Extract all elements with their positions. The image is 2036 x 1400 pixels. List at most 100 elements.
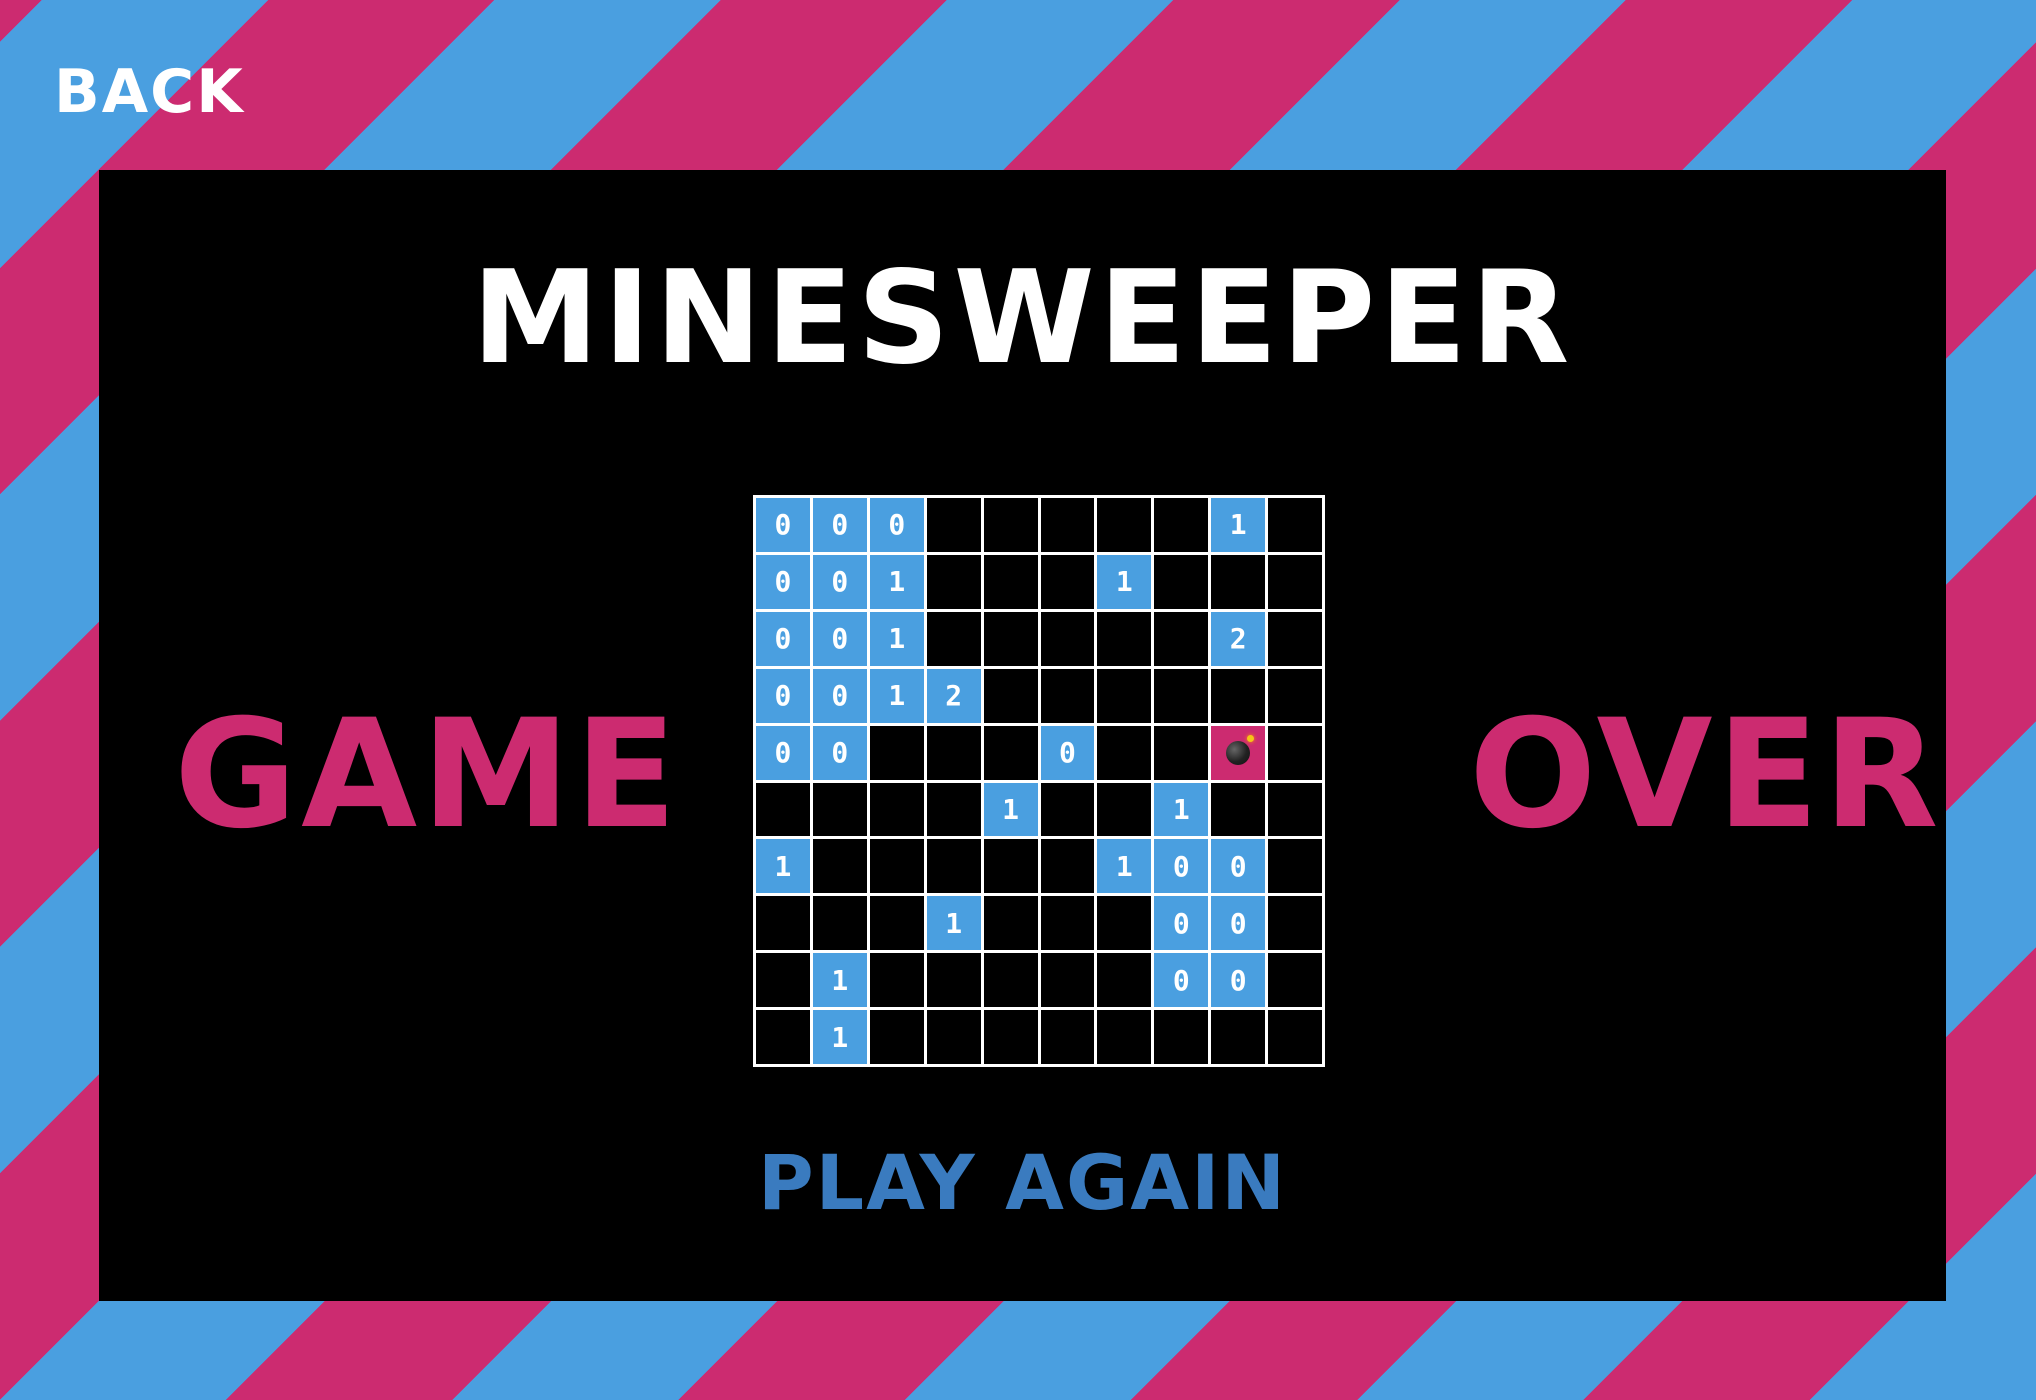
hidden-cell[interactable] xyxy=(1154,554,1209,609)
revealed-cell[interactable]: 0 xyxy=(756,498,810,552)
hidden-cell[interactable] xyxy=(1040,896,1095,951)
hidden-cell[interactable] xyxy=(926,1010,981,1064)
hidden-cell[interactable] xyxy=(812,839,867,894)
hidden-cell[interactable] xyxy=(812,782,867,837)
revealed-cell[interactable]: 0 xyxy=(812,611,867,666)
revealed-cell[interactable]: 0 xyxy=(756,554,810,609)
revealed-cell[interactable]: 1 xyxy=(812,1010,867,1064)
revealed-cell[interactable]: 0 xyxy=(812,554,867,609)
revealed-cell[interactable]: 0 xyxy=(756,725,810,780)
revealed-cell[interactable]: 0 xyxy=(1154,839,1209,894)
play-again-button[interactable]: PLAY AGAIN xyxy=(99,1145,1946,1221)
hidden-cell[interactable] xyxy=(1040,611,1095,666)
revealed-cell[interactable]: 0 xyxy=(812,668,867,723)
hidden-cell[interactable] xyxy=(1097,498,1152,552)
hidden-cell[interactable] xyxy=(1040,782,1095,837)
hidden-cell[interactable] xyxy=(1268,953,1322,1008)
hidden-cell[interactable] xyxy=(983,554,1038,609)
hidden-cell[interactable] xyxy=(1268,782,1322,837)
hidden-cell[interactable] xyxy=(926,611,981,666)
hidden-cell[interactable] xyxy=(983,668,1038,723)
hidden-cell[interactable] xyxy=(926,839,981,894)
hidden-cell[interactable] xyxy=(869,1010,924,1064)
hidden-cell[interactable] xyxy=(1211,554,1266,609)
hidden-cell[interactable] xyxy=(1154,498,1209,552)
hidden-cell[interactable] xyxy=(1268,896,1322,951)
hidden-cell[interactable] xyxy=(983,498,1038,552)
hidden-cell[interactable] xyxy=(1154,668,1209,723)
revealed-cell[interactable]: 1 xyxy=(1097,554,1152,609)
hidden-cell[interactable] xyxy=(756,782,810,837)
revealed-cell[interactable]: 0 xyxy=(756,668,810,723)
hidden-cell[interactable] xyxy=(926,725,981,780)
hidden-cell[interactable] xyxy=(1154,725,1209,780)
revealed-cell[interactable]: 0 xyxy=(1211,896,1266,951)
revealed-cell[interactable]: 1 xyxy=(1211,498,1266,552)
hidden-cell[interactable] xyxy=(983,953,1038,1008)
hidden-cell[interactable] xyxy=(1268,725,1322,780)
hidden-cell[interactable] xyxy=(926,554,981,609)
hidden-cell[interactable] xyxy=(1268,554,1322,609)
revealed-cell[interactable]: 2 xyxy=(1211,611,1266,666)
hidden-cell[interactable] xyxy=(1268,668,1322,723)
hidden-cell[interactable] xyxy=(1211,668,1266,723)
hidden-cell[interactable] xyxy=(1268,611,1322,666)
mine-cell[interactable] xyxy=(1211,725,1266,780)
hidden-cell[interactable] xyxy=(926,953,981,1008)
revealed-cell[interactable]: 0 xyxy=(756,611,810,666)
hidden-cell[interactable] xyxy=(1268,1010,1322,1064)
hidden-cell[interactable] xyxy=(869,953,924,1008)
revealed-cell[interactable]: 1 xyxy=(926,896,981,951)
hidden-cell[interactable] xyxy=(756,1010,810,1064)
revealed-cell[interactable]: 2 xyxy=(926,668,981,723)
revealed-cell[interactable]: 1 xyxy=(869,611,924,666)
hidden-cell[interactable] xyxy=(869,839,924,894)
hidden-cell[interactable] xyxy=(1097,1010,1152,1064)
hidden-cell[interactable] xyxy=(869,725,924,780)
revealed-cell[interactable]: 1 xyxy=(1097,839,1152,894)
hidden-cell[interactable] xyxy=(983,839,1038,894)
revealed-cell[interactable]: 1 xyxy=(1154,782,1209,837)
hidden-cell[interactable] xyxy=(869,896,924,951)
revealed-cell[interactable]: 0 xyxy=(812,498,867,552)
revealed-cell[interactable]: 1 xyxy=(756,839,810,894)
hidden-cell[interactable] xyxy=(1211,1010,1266,1064)
hidden-cell[interactable] xyxy=(1097,611,1152,666)
hidden-cell[interactable] xyxy=(983,725,1038,780)
revealed-cell[interactable]: 1 xyxy=(869,668,924,723)
hidden-cell[interactable] xyxy=(1211,782,1266,837)
revealed-cell[interactable]: 0 xyxy=(1211,839,1266,894)
hidden-cell[interactable] xyxy=(983,896,1038,951)
hidden-cell[interactable] xyxy=(1040,1010,1095,1064)
hidden-cell[interactable] xyxy=(1097,668,1152,723)
hidden-cell[interactable] xyxy=(1268,498,1322,552)
hidden-cell[interactable] xyxy=(1097,782,1152,837)
hidden-cell[interactable] xyxy=(1097,953,1152,1008)
revealed-cell[interactable]: 1 xyxy=(983,782,1038,837)
hidden-cell[interactable] xyxy=(869,782,924,837)
back-button[interactable]: BACK xyxy=(54,62,245,122)
hidden-cell[interactable] xyxy=(1040,554,1095,609)
revealed-cell[interactable]: 0 xyxy=(1211,953,1266,1008)
hidden-cell[interactable] xyxy=(1097,896,1152,951)
hidden-cell[interactable] xyxy=(1097,725,1152,780)
hidden-cell[interactable] xyxy=(1268,839,1322,894)
hidden-cell[interactable] xyxy=(1154,1010,1209,1064)
revealed-cell[interactable]: 1 xyxy=(869,554,924,609)
hidden-cell[interactable] xyxy=(1040,839,1095,894)
revealed-cell[interactable]: 0 xyxy=(1154,953,1209,1008)
hidden-cell[interactable] xyxy=(1040,498,1095,552)
hidden-cell[interactable] xyxy=(756,953,810,1008)
revealed-cell[interactable]: 0 xyxy=(869,498,924,552)
hidden-cell[interactable] xyxy=(1154,611,1209,666)
revealed-cell[interactable]: 1 xyxy=(812,953,867,1008)
revealed-cell[interactable]: 0 xyxy=(812,725,867,780)
hidden-cell[interactable] xyxy=(756,896,810,951)
hidden-cell[interactable] xyxy=(983,611,1038,666)
revealed-cell[interactable]: 0 xyxy=(1040,725,1095,780)
hidden-cell[interactable] xyxy=(1040,668,1095,723)
hidden-cell[interactable] xyxy=(983,1010,1038,1064)
hidden-cell[interactable] xyxy=(1040,953,1095,1008)
hidden-cell[interactable] xyxy=(926,782,981,837)
hidden-cell[interactable] xyxy=(926,498,981,552)
